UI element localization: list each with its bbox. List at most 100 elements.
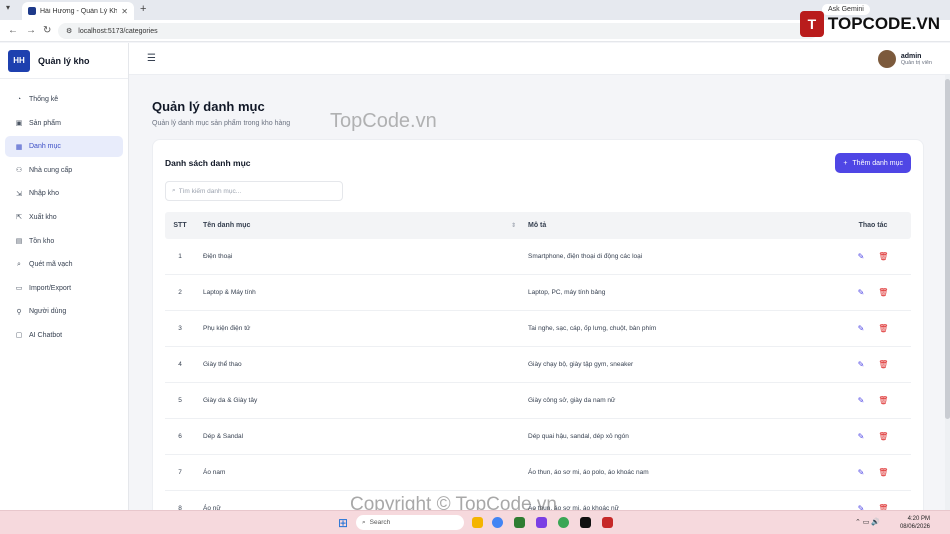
row-desc: Giày chạy bộ, giày tập gym, sneaker xyxy=(528,361,634,368)
tab-search-icon[interactable]: ▾ xyxy=(6,3,10,12)
row-actions: ✎ 🗑 xyxy=(835,432,911,441)
row-desc: Tai nghe, sạc, cáp, ốp lưng, chuột, bàn … xyxy=(528,325,657,332)
edit-icon[interactable]: ✎ xyxy=(858,468,865,477)
sidebar-item-7[interactable]: ▤ Tồn kho xyxy=(5,231,123,252)
page-title: Quản lý danh mục xyxy=(152,99,265,114)
category-table: STT Tên danh mục ⇕ Mô tả Thao tác 1 Điện … xyxy=(165,212,911,510)
sidebar-item-label: Import/Export xyxy=(29,284,72,292)
main-content: Quản lý danh mục Quản lý danh mục sản ph… xyxy=(129,75,950,510)
app-title: Quản lý kho xyxy=(38,55,90,66)
user-icon: ⚲ xyxy=(16,308,22,316)
row-desc: Dép quai hậu, sandal, dép xỏ ngón xyxy=(528,433,629,440)
sidebar-item-label: Sản phẩm xyxy=(29,119,61,127)
edit-icon[interactable]: ✎ xyxy=(858,288,865,297)
sidebar-item-label: Xuất kho xyxy=(29,213,57,221)
reload-icon[interactable]: ↻ xyxy=(43,25,51,36)
scrollbar[interactable] xyxy=(945,75,950,510)
menu-toggle-icon[interactable]: ☰ xyxy=(147,53,156,64)
sidebar-brand[interactable]: HH Quản lý kho xyxy=(0,43,128,79)
topcode-logo: T TOPCODE.VN xyxy=(800,8,940,40)
row-stt: 6 xyxy=(178,433,182,440)
card-title: Danh sách danh mục xyxy=(165,158,251,168)
col-actions: Thao tác xyxy=(858,222,888,229)
forward-icon[interactable]: → xyxy=(26,25,36,36)
delete-icon[interactable]: 🗑 xyxy=(878,468,888,477)
table-row: 1 Điện thoại Smartphone, điện thoại di độn… xyxy=(165,239,911,275)
row-actions: ✎ 🗑 xyxy=(835,468,911,477)
scrollbar-thumb[interactable] xyxy=(945,79,950,419)
edit-icon[interactable]: ✎ xyxy=(858,324,865,333)
row-desc: Smartphone, điện thoại di động các loại xyxy=(528,253,643,260)
close-tab-icon[interactable]: ✕ xyxy=(121,7,128,16)
search-input[interactable] xyxy=(178,187,329,195)
delete-icon[interactable]: 🗑 xyxy=(878,324,888,333)
windows-start-icon[interactable]: ⊞ xyxy=(338,516,348,530)
browser-tab[interactable]: Hải Hương - Quản Lý Kho ✕ xyxy=(22,2,134,20)
edit-icon[interactable]: ✎ xyxy=(858,432,865,441)
delete-icon[interactable]: 🗑 xyxy=(878,288,888,297)
back-icon[interactable]: ← xyxy=(8,25,18,36)
sidebar-item-3[interactable]: ▦ Danh mục xyxy=(5,136,123,158)
sidebar-item-8[interactable]: ⌕ Quét mã vạch xyxy=(5,254,123,275)
sidebar-item-2[interactable]: ▣ Sản phẩm xyxy=(5,113,123,134)
sidebar-item-1[interactable]: ◔ Thống kê xyxy=(5,89,123,110)
taskbar-search[interactable]: ⌕ Search xyxy=(356,515,464,530)
system-tray-icon[interactable]: ⌃ ▭ 🔊 xyxy=(855,518,880,526)
table-row: 3 Phụ kiện điện tử Tai nghe, sạc, cáp, ốp … xyxy=(165,311,911,347)
row-stt: 5 xyxy=(178,397,182,404)
clock-time: 4:20 PM xyxy=(907,516,930,522)
sidebar-item-label: Người dùng xyxy=(29,308,67,316)
add-category-button[interactable]: + Thêm danh mục xyxy=(835,153,911,173)
topcode-logo-text: TOPCODE.VN xyxy=(827,14,940,33)
col-name[interactable]: Tên danh mục ⇕ xyxy=(195,222,520,229)
edit-icon[interactable]: ✎ xyxy=(858,360,865,369)
col-stt: STT xyxy=(173,222,187,229)
delete-icon[interactable]: 🗑 xyxy=(878,396,888,405)
row-desc: Áo thun, áo sơ mi, áo polo, áo khoác nam xyxy=(528,469,649,476)
row-name: Điện thoại xyxy=(203,253,233,260)
favicon-icon xyxy=(28,7,36,15)
chrome-icon[interactable] xyxy=(492,517,503,528)
table-body: 1 Điện thoại Smartphone, điện thoại di độn… xyxy=(165,239,911,510)
taskbar: ⊞ ⌕ Search ⌃ ▭ 🔊 4:20 PM 08/06/2026 xyxy=(0,510,950,534)
row-name: Giày da & Giày tây xyxy=(203,397,258,404)
sort-icon[interactable]: ⇕ xyxy=(511,222,516,229)
sidebar-item-label: Thống kê xyxy=(29,96,59,103)
delete-icon[interactable]: 🗑 xyxy=(878,432,888,441)
table-row: 5 Giày da & Giày tây Giày công sở, giày da… xyxy=(165,383,911,419)
address-bar[interactable]: ⚙ localhost:5173/categories xyxy=(58,23,818,39)
taskbar-search-icon: ⌕ xyxy=(362,518,366,526)
sidebar-item-6[interactable]: ⇱ Xuất kho xyxy=(5,207,123,228)
edit-icon[interactable]: ✎ xyxy=(858,396,865,405)
file-explorer-icon[interactable] xyxy=(472,517,483,528)
new-tab-button[interactable]: + xyxy=(140,3,146,15)
app-icon[interactable] xyxy=(536,517,547,528)
box-icon: ▣ xyxy=(15,120,23,128)
app-icon[interactable] xyxy=(558,517,569,528)
row-stt: 3 xyxy=(178,325,182,332)
user-name: admin xyxy=(900,52,922,60)
user-menu[interactable]: admin Quản trị viên xyxy=(877,50,932,68)
tab-title: Hải Hương - Quản Lý Kho xyxy=(40,7,118,15)
delete-icon[interactable]: 🗑 xyxy=(878,252,888,261)
page-subtitle: Quản lý danh mục sản phẩm trong kho hàng xyxy=(152,120,291,127)
sidebar: HH Quản lý kho ◔ Thống kê ▣ Sản phẩm ▦ Danh m… xyxy=(0,43,129,510)
search-box[interactable]: ⌕ xyxy=(165,181,343,201)
grid-icon: ▦ xyxy=(15,143,23,151)
row-actions: ✎ 🗑 xyxy=(835,288,911,297)
clock[interactable]: 4:20 PM 08/06/2026 xyxy=(900,515,930,531)
sidebar-item-10[interactable]: ⚲ Người dùng xyxy=(5,301,123,322)
row-actions: ✎ 🗑 xyxy=(835,360,911,369)
sidebar-item-4[interactable]: ⚇ Nhà cung cấp xyxy=(5,160,123,181)
row-name: Phụ kiện điện tử xyxy=(203,325,251,332)
app-icon[interactable] xyxy=(602,517,613,528)
app-icon[interactable] xyxy=(514,517,525,528)
users-icon: ⚇ xyxy=(15,167,23,175)
sidebar-item-9[interactable]: ▭ Import/Export xyxy=(5,278,123,299)
delete-icon[interactable]: 🗑 xyxy=(878,360,888,369)
sidebar-item-5[interactable]: ⇲ Nhập kho xyxy=(5,183,123,204)
app-icon[interactable] xyxy=(580,517,591,528)
site-info-icon[interactable]: ⚙ xyxy=(66,27,72,35)
edit-icon[interactable]: ✎ xyxy=(858,252,865,261)
sidebar-item-11[interactable]: ▢ AI Chatbot xyxy=(5,325,123,346)
